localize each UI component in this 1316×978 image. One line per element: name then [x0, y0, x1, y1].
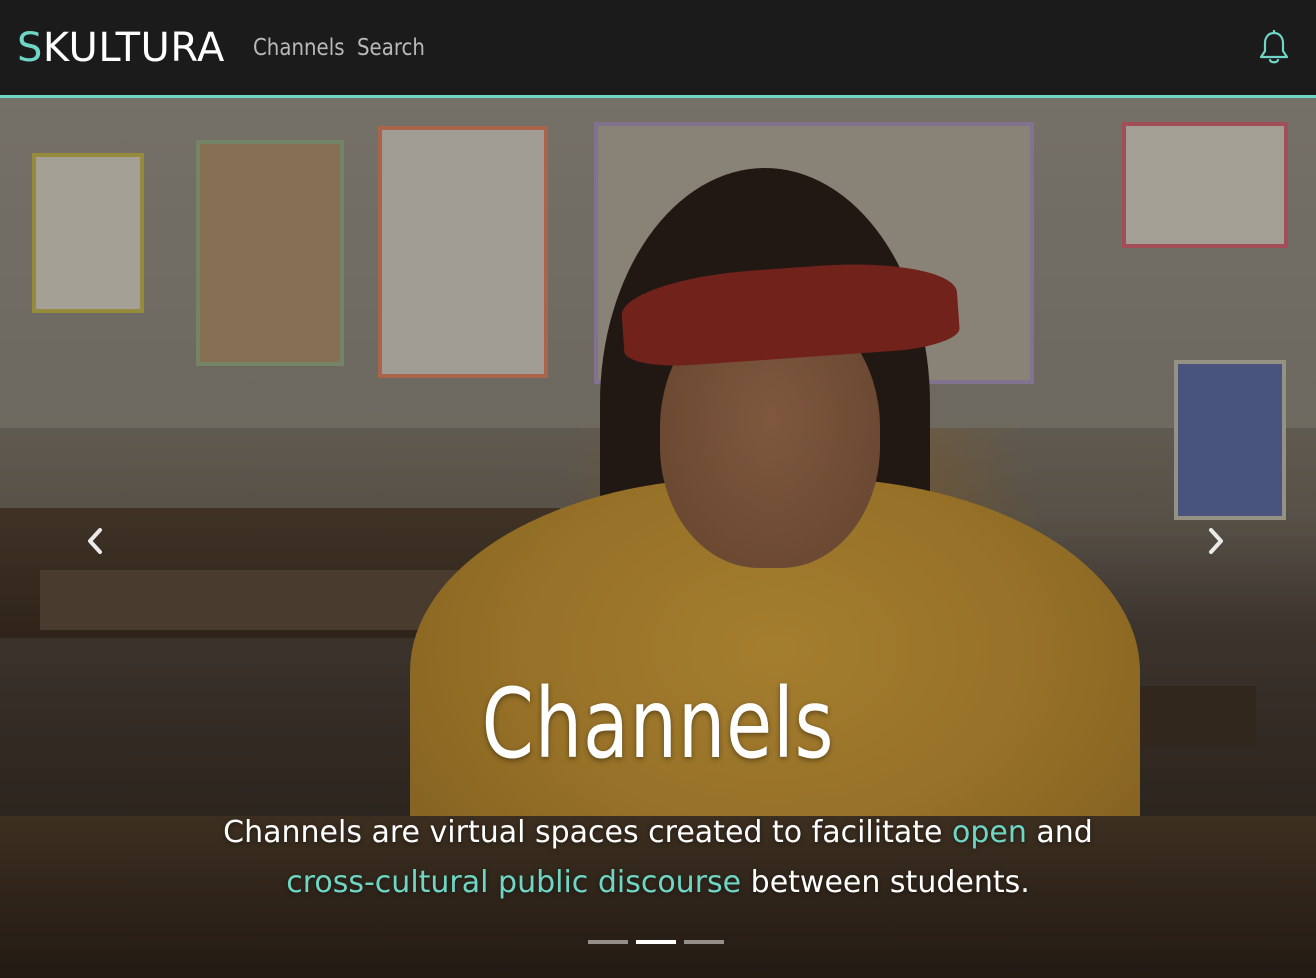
brand-first-letter: S [17, 24, 43, 71]
hero-carousel: Channels Channels are virtual spaces cre… [0, 98, 1316, 978]
hero-text-part: between students. [741, 865, 1030, 900]
nav-links: Channels Search [253, 35, 461, 61]
hero-text-part: and [1026, 815, 1093, 850]
brand-logo[interactable]: S KULTURA [17, 25, 225, 71]
hero-description: Channels are virtual spaces created to f… [150, 808, 1166, 908]
bell-icon[interactable] [1258, 29, 1290, 66]
brand-name-rest: KULTURA [42, 24, 225, 71]
top-navbar: S KULTURA Channels Search [0, 0, 1316, 95]
chevron-left-icon [88, 528, 102, 554]
hero-title: Channels [481, 668, 835, 780]
carousel-prev-button[interactable] [83, 526, 107, 556]
hero-highlight-open: open [951, 815, 1027, 850]
carousel-indicator-3[interactable] [684, 940, 724, 944]
chevron-right-icon [1209, 528, 1223, 554]
nav-link-channels[interactable]: Channels [253, 35, 345, 61]
hero-highlight-discourse: cross-cultural public discourse [286, 865, 742, 900]
nav-link-search[interactable]: Search [357, 35, 429, 61]
carousel-indicators [588, 940, 732, 944]
carousel-indicator-1[interactable] [588, 940, 628, 944]
carousel-indicator-2[interactable] [636, 940, 676, 944]
hero-text-part: Channels are virtual spaces created to f… [223, 815, 952, 850]
carousel-next-button[interactable] [1204, 526, 1228, 556]
